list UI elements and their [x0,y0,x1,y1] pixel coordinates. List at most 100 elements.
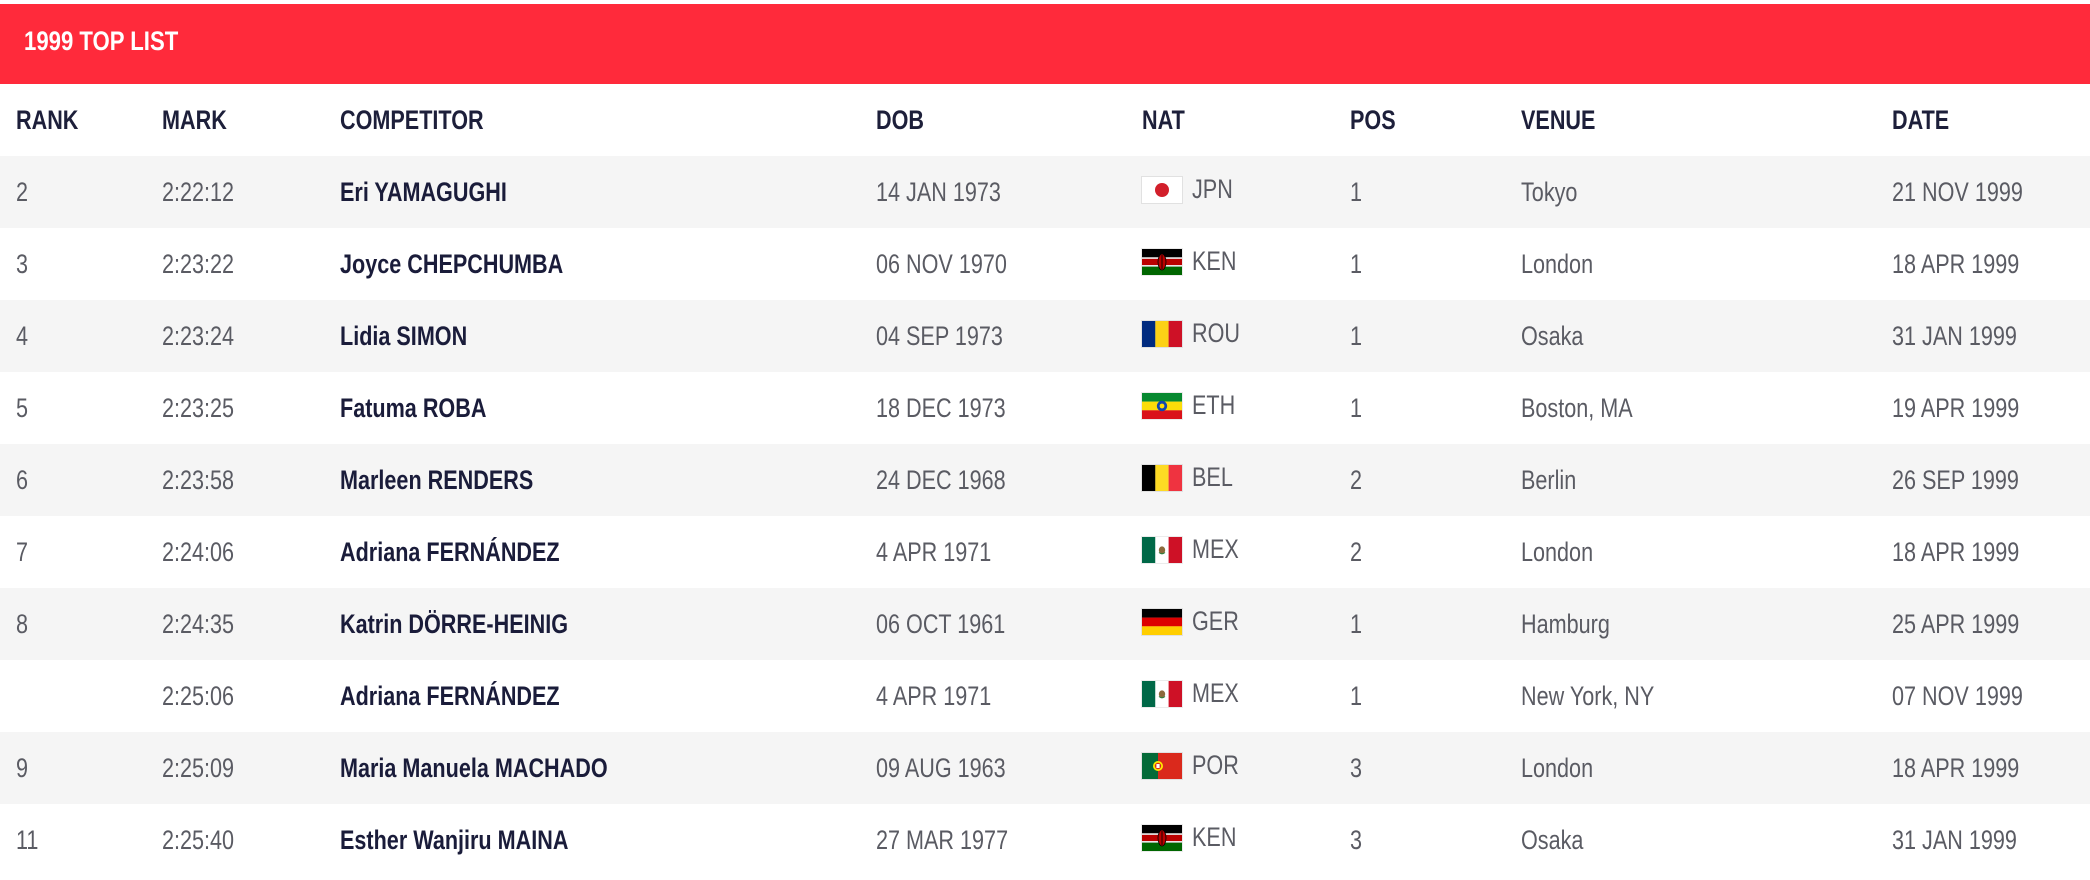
nat-cell: MEX [1126,660,1334,732]
nat-cell: KEN [1126,228,1334,300]
competitor-cell[interactable]: Eri YAMAGUGHI [324,156,860,228]
nat-code: JPN [1192,174,1233,205]
competitor-link[interactable]: Fatuma ROBA [340,393,486,424]
dob-cell: 24 DEC 1968 [876,464,1006,495]
mark-cell: 2:23:58 [162,464,235,495]
competitor-cell[interactable]: Adriana FERNÁNDEZ [324,516,860,588]
competitor-cell[interactable]: Marleen RENDERS [324,444,860,516]
nat-cell: POR [1126,732,1334,804]
table-body: 2 2:22:12 Eri YAMAGUGHI 14 JAN 1973 JPN 1 Toky… [0,156,2090,876]
table-row[interactable]: 5 2:23:25 Fatuma ROBA 18 DEC 1973 ETH 1 Boston… [0,372,2090,444]
table-row[interactable]: 4 2:23:24 Lidia SIMON 04 SEP 1973 ROU 1 Osaka 3… [0,300,2090,372]
date-cell: 31 JAN 1999 [1892,824,2017,855]
top-list-table: RANK MARK COMPETITOR DOB NAT POS VENUE D… [0,84,2090,876]
venue-cell: New York, NY [1521,680,1655,711]
venue-cell: Osaka [1521,320,1584,351]
competitor-cell[interactable]: Adriana FERNÁNDEZ [324,660,860,732]
venue-cell: London [1521,752,1594,783]
table-row[interactable]: 9 2:25:09 Maria Manuela MACHADO 09 AUG 1963… [0,732,2090,804]
competitor-link[interactable]: Joyce CHEPCHUMBA [340,249,563,280]
mark-cell: 2:25:09 [162,752,235,783]
competitor-link[interactable]: Maria Manuela MACHADO [340,753,608,784]
competitor-link[interactable]: Esther Wanjiru MAINA [340,825,568,856]
table-row[interactable]: 6 2:23:58 Marleen RENDERS 24 DEC 1968 BEL 2 Be… [0,444,2090,516]
competitor-link[interactable]: Lidia SIMON [340,321,467,352]
kenya-flag-icon [1142,248,1182,275]
venue-cell: Hamburg [1521,608,1610,639]
column-header-venue: VENUE [1521,104,1596,135]
date-cell: 21 NOV 1999 [1892,176,2023,207]
pos-cell: 3 [1350,824,1363,855]
column-header-pos: POS [1350,104,1396,135]
top-list-header: 1999 TOP LIST [0,4,2090,84]
date-cell: 18 APR 1999 [1892,536,2020,567]
date-cell: 07 NOV 1999 [1892,680,2023,711]
venue-cell: Tokyo [1521,176,1578,207]
table-row[interactable]: 2 2:22:12 Eri YAMAGUGHI 14 JAN 1973 JPN 1 Toky… [0,156,2090,228]
mark-cell: 2:22:12 [162,176,235,207]
venue-cell: London [1521,536,1594,567]
competitor-cell[interactable]: Maria Manuela MACHADO [324,732,860,804]
pos-cell: 1 [1350,680,1363,711]
venue-cell: Boston, MA [1521,392,1633,423]
table-row[interactable]: 7 2:24:06 Adriana FERNÁNDEZ 4 APR 1971 MEX 2 L… [0,516,2090,588]
germany-flag-icon [1142,608,1182,635]
pos-cell: 1 [1350,392,1363,423]
table-row[interactable]: 3 2:23:22 Joyce CHEPCHUMBA 06 NOV 1970 KEN 1 L… [0,228,2090,300]
portugal-flag-icon [1142,752,1182,779]
mark-cell: 2:23:25 [162,392,235,423]
nat-cell: JPN [1126,156,1334,228]
top-list-title: 1999 TOP LIST [24,26,179,56]
rank-cell: 5 [16,392,29,423]
kenya-flag-icon [1142,824,1182,851]
dob-cell: 4 APR 1971 [876,536,992,567]
rank-cell [0,660,146,732]
column-header-date: DATE [1892,104,1950,135]
dob-cell: 14 JAN 1973 [876,176,1001,207]
mark-cell: 2:25:06 [162,680,235,711]
nat-cell: BEL [1126,444,1334,516]
rank-cell: 4 [16,320,29,351]
japan-flag-icon [1142,176,1182,203]
pos-cell: 1 [1350,320,1363,351]
table-row[interactable]: 11 2:25:40 Esther Wanjiru MAINA 27 MAR 1977… [0,804,2090,876]
dob-cell: 18 DEC 1973 [876,392,1006,423]
competitor-link[interactable]: Katrin DÖRRE-HEINIG [340,609,568,640]
nat-cell: KEN [1126,804,1334,876]
competitor-link[interactable]: Adriana FERNÁNDEZ [340,681,560,712]
dob-cell: 4 APR 1971 [876,680,992,711]
pos-cell: 1 [1350,248,1363,279]
dob-cell: 09 AUG 1963 [876,752,1006,783]
nat-code: ROU [1192,318,1240,349]
nat-cell: MEX [1126,516,1334,588]
pos-cell: 2 [1350,464,1363,495]
mark-cell: 2:25:40 [162,824,235,855]
competitor-link[interactable]: Marleen RENDERS [340,465,533,496]
table-row[interactable]: 8 2:24:35 Katrin DÖRRE-HEINIG 06 OCT 1961 GE… [0,588,2090,660]
nat-code: GER [1192,606,1239,637]
rank-cell: 7 [16,536,29,567]
mexico-flag-icon [1142,536,1182,563]
nat-code: MEX [1192,678,1239,709]
ethiopia-flag-icon [1142,392,1182,419]
table-row[interactable]: 2:25:06 Adriana FERNÁNDEZ 4 APR 1971 MEX 1 Ne… [0,660,2090,732]
competitor-cell[interactable]: Fatuma ROBA [324,372,860,444]
venue-cell: London [1521,248,1594,279]
rank-cell: 9 [16,752,29,783]
column-header-mark: MARK [162,104,227,135]
competitor-cell[interactable]: Joyce CHEPCHUMBA [324,228,860,300]
competitor-link[interactable]: Eri YAMAGUGHI [340,177,507,208]
mark-cell: 2:24:35 [162,608,235,639]
rank-cell: 11 [16,824,39,855]
competitor-link[interactable]: Adriana FERNÁNDEZ [340,537,560,568]
rank-cell: 8 [16,608,29,639]
rank-cell: 6 [16,464,29,495]
belgium-flag-icon [1142,464,1182,491]
competitor-cell[interactable]: Katrin DÖRRE-HEINIG [324,588,860,660]
competitor-cell[interactable]: Esther Wanjiru MAINA [324,804,860,876]
mark-cell: 2:23:24 [162,320,235,351]
competitor-cell[interactable]: Lidia SIMON [324,300,860,372]
rank-cell: 2 [16,176,29,207]
romania-flag-icon [1142,320,1182,347]
pos-cell: 1 [1350,176,1363,207]
